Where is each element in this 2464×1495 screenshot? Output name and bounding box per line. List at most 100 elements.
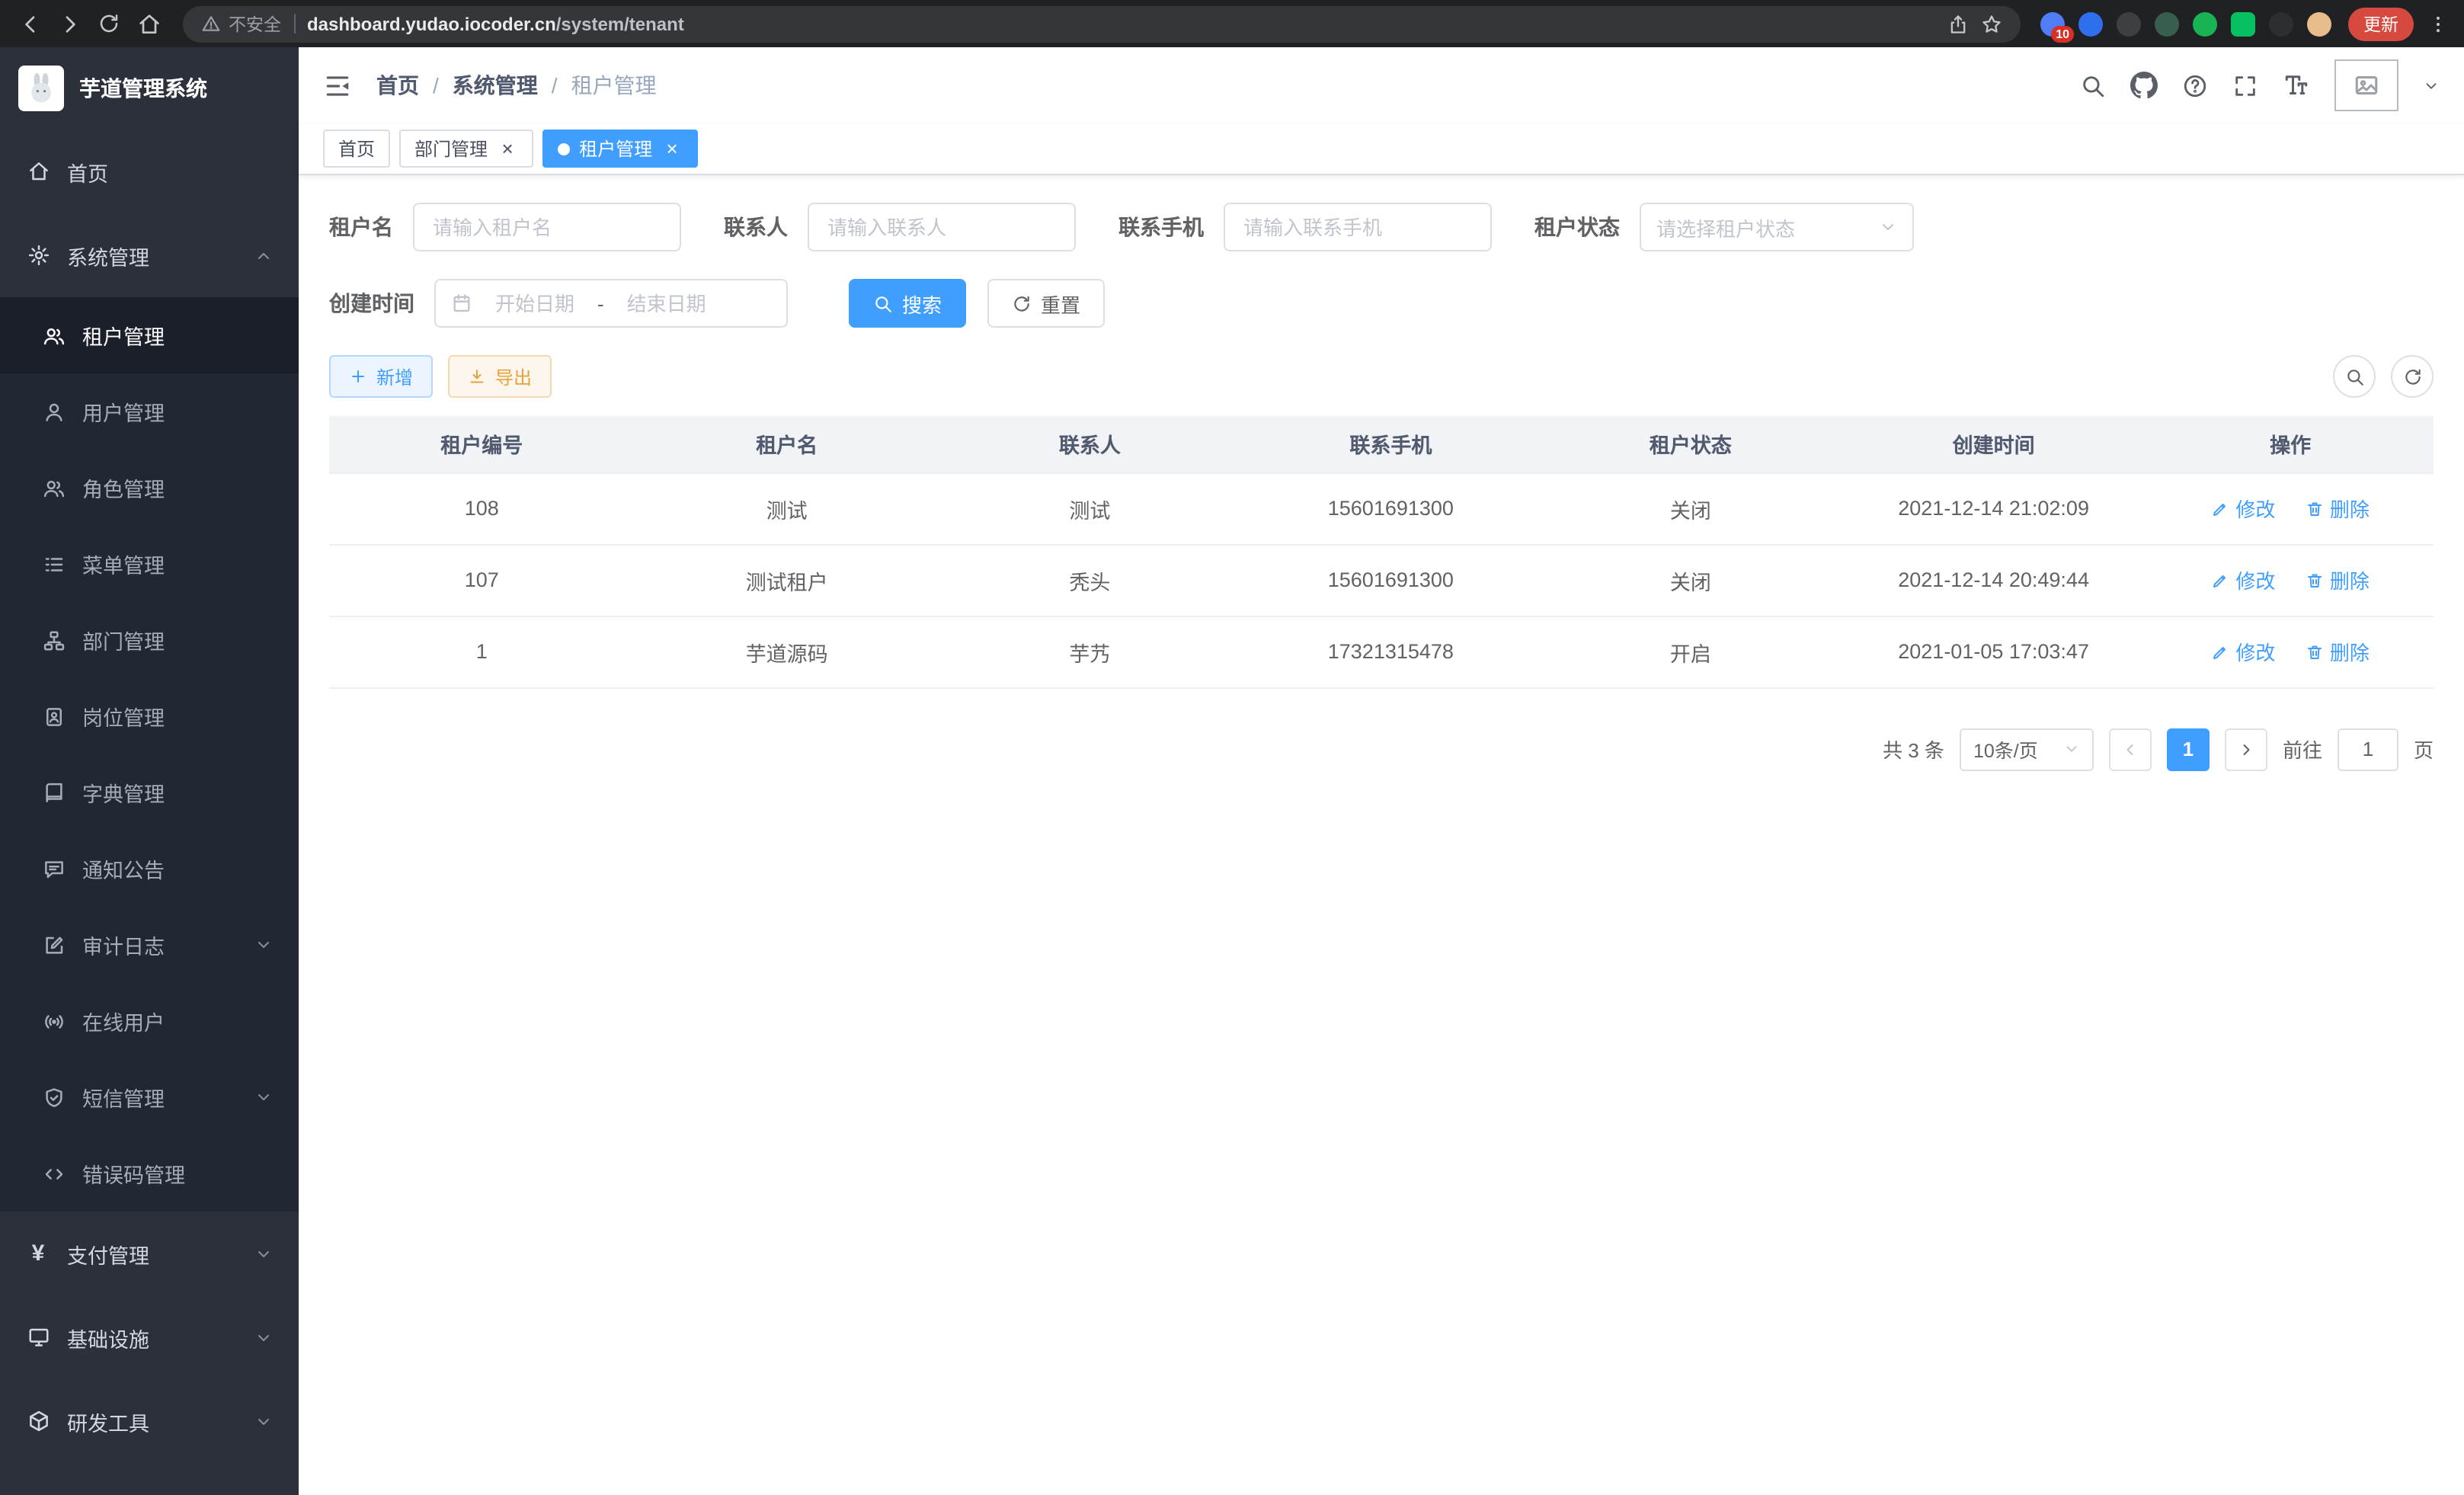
- avatar[interactable]: [2334, 59, 2398, 111]
- page-size-select[interactable]: 10条/页: [1960, 728, 2094, 770]
- page-number-current[interactable]: 1: [2167, 728, 2210, 770]
- tenant-table: 租户编号 租户名 联系人 联系手机 租户状态 创建时间 操作 108 测试: [329, 416, 2434, 688]
- date-range-picker[interactable]: -: [434, 279, 788, 328]
- sidebar-section-infrastructure[interactable]: 基础设施: [0, 1295, 299, 1379]
- date-end-input[interactable]: [610, 292, 723, 315]
- security-chip[interactable]: 不安全: [201, 11, 281, 36]
- pagination: 共 3 条 10条/页 1 前往 页: [329, 728, 2434, 770]
- sidebar-section-devtools[interactable]: 研发工具: [0, 1379, 299, 1463]
- badge-icon: [41, 704, 66, 728]
- sidebar-item-tenant[interactable]: 租户管理: [0, 297, 299, 373]
- sidebar-item-notice[interactable]: 通知公告: [0, 831, 299, 907]
- cell-mobile: 15601691300: [1240, 472, 1541, 544]
- menu-label: 菜单管理: [82, 549, 165, 579]
- plus-icon: [349, 367, 367, 386]
- page-size-value: 10条/页: [1973, 735, 2038, 764]
- sidebar-section-payment[interactable]: ¥ 支付管理: [0, 1212, 299, 1295]
- edit-action[interactable]: 修改: [2211, 637, 2275, 666]
- avatar-menu-caret[interactable]: [2423, 77, 2440, 94]
- reload-button[interactable]: [94, 9, 123, 38]
- font-size-button[interactable]: [2283, 72, 2310, 99]
- edit-icon: [2211, 499, 2229, 517]
- close-icon[interactable]: ×: [497, 138, 518, 159]
- address-bar[interactable]: 不安全 dashboard.yudao.iocoder.cn/system/te…: [183, 5, 2021, 42]
- refresh-table-button[interactable]: [2391, 355, 2434, 398]
- extension-icon-1[interactable]: 10: [2040, 11, 2065, 36]
- profile-avatar-icon[interactable]: [2307, 11, 2331, 36]
- user-icon: [41, 399, 66, 424]
- sidebar-item-auditlog[interactable]: 审计日志: [0, 907, 299, 983]
- close-icon[interactable]: ×: [661, 138, 683, 159]
- tenant-name-label: 租户名: [329, 212, 393, 242]
- chrome-menu-button[interactable]: [2427, 13, 2449, 34]
- mobile-input[interactable]: [1224, 203, 1492, 251]
- extension-icon-6[interactable]: [2231, 11, 2255, 36]
- table-row: 108 测试 测试 15601691300 关闭 2021-12-14 21:0…: [329, 472, 2434, 544]
- edit-action[interactable]: 修改: [2211, 494, 2275, 523]
- share-button[interactable]: [1947, 13, 1969, 34]
- sidebar-item-sms[interactable]: 短信管理: [0, 1059, 299, 1135]
- extension-icon-2[interactable]: [2078, 11, 2103, 36]
- sidebar-item-dept[interactable]: 部门管理: [0, 602, 299, 678]
- back-button[interactable]: [15, 9, 44, 38]
- sidebar-item-role[interactable]: 角色管理: [0, 450, 299, 526]
- forward-button[interactable]: [55, 9, 84, 38]
- sidebar-item-menu[interactable]: 菜单管理: [0, 526, 299, 602]
- breadcrumb-system[interactable]: 系统管理: [453, 70, 538, 101]
- sidebar-item-online-users[interactable]: 在线用户: [0, 983, 299, 1059]
- extension-icon-3[interactable]: [2117, 11, 2141, 36]
- sidebar-item-post[interactable]: 岗位管理: [0, 678, 299, 754]
- prev-page-button[interactable]: [2109, 728, 2152, 770]
- contact-input[interactable]: [808, 203, 1076, 251]
- sidebar-item-home[interactable]: 首页: [0, 130, 299, 213]
- sidebar-item-dict[interactable]: 字典管理: [0, 754, 299, 831]
- trash-icon: [2306, 642, 2324, 661]
- menu-label: 首页: [67, 156, 108, 187]
- chrome-update-button[interactable]: 更新: [2348, 7, 2414, 40]
- arrow-left-icon: [2121, 740, 2139, 758]
- delete-action[interactable]: 删除: [2306, 637, 2370, 666]
- goto-suffix: 页: [2414, 735, 2434, 764]
- menu-label: 租户管理: [82, 320, 165, 351]
- goto-page-input[interactable]: [2338, 728, 2398, 770]
- tenant-name-input[interactable]: [413, 203, 681, 251]
- sidebar-fold-button[interactable]: [323, 71, 352, 100]
- github-link[interactable]: [2130, 72, 2158, 99]
- menu-label: 岗位管理: [82, 701, 165, 731]
- sidebar-item-errorcode[interactable]: 错误码管理: [0, 1135, 299, 1212]
- tab-home[interactable]: 首页: [323, 130, 390, 168]
- delete-action[interactable]: 删除: [2306, 494, 2370, 523]
- next-page-button[interactable]: [2225, 728, 2267, 770]
- mobile-label: 联系手机: [1118, 212, 1204, 242]
- header-search-button[interactable]: [2080, 72, 2106, 98]
- delete-action[interactable]: 删除: [2306, 565, 2370, 594]
- tab-dept[interactable]: 部门管理 ×: [399, 130, 533, 168]
- edit-label: 修改: [2235, 565, 2275, 594]
- fullscreen-button[interactable]: [2232, 72, 2258, 98]
- date-start-input[interactable]: [478, 292, 591, 315]
- table-toolbar: 新增 导出: [329, 355, 2434, 398]
- export-button[interactable]: 导出: [448, 355, 552, 398]
- help-button[interactable]: [2182, 72, 2208, 98]
- home-button[interactable]: [134, 9, 163, 38]
- reset-button[interactable]: 重置: [987, 279, 1105, 328]
- edit-action[interactable]: 修改: [2211, 565, 2275, 594]
- active-dot: [558, 142, 570, 155]
- monitor-icon: [26, 1325, 50, 1349]
- sidebar-section-system[interactable]: 系统管理: [0, 213, 299, 297]
- toggle-search-button[interactable]: [2333, 355, 2376, 398]
- logo[interactable]: 芋道管理系统: [0, 47, 299, 130]
- menu-label: 在线用户: [82, 1006, 165, 1036]
- search-button[interactable]: 搜索: [849, 279, 966, 328]
- status-select[interactable]: 请选择租户状态: [1640, 203, 1914, 251]
- breadcrumb-home[interactable]: 首页: [376, 70, 419, 101]
- extension-icon-5[interactable]: [2193, 11, 2217, 36]
- extension-icon-4[interactable]: [2155, 11, 2179, 36]
- dictionary-icon: [41, 780, 66, 805]
- sidebar-item-user[interactable]: 用户管理: [0, 373, 299, 450]
- caret-down-icon: [2423, 77, 2440, 94]
- tab-tenant[interactable]: 租户管理 ×: [542, 130, 698, 168]
- extension-icon-7[interactable]: [2269, 11, 2293, 36]
- add-button[interactable]: 新增: [329, 355, 433, 398]
- bookmark-button[interactable]: [1981, 13, 2002, 34]
